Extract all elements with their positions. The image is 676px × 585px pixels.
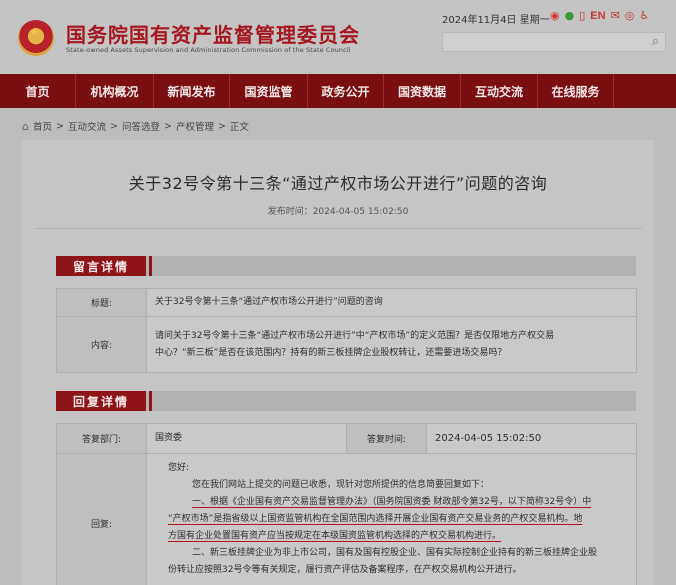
breadcrumb-home[interactable]: 首页 (33, 119, 52, 133)
reply-line: 份转让应按照32号令等有关规定，履行资产评估及备案程序，在产权交易机构公开进行。 (168, 565, 522, 575)
reply-line: 您好: (168, 463, 190, 473)
reply-content: 您好: 您在我们网站上提交的问题已收悉，现针对您所提供的信息简要回复如下： 一、… (168, 460, 597, 579)
weibo-icon[interactable]: ◉ (550, 9, 560, 23)
search-icon[interactable]: ⌕ (652, 34, 659, 49)
current-date: 2024年11月4日 星期一 (442, 15, 550, 26)
nav-item-interaction[interactable]: 互动交流 (461, 74, 538, 108)
reply-line-highlighted: “产权市场”是指省级以上国资监管机构在全国范围内选择开展企业国有资产交易业务的产… (168, 514, 583, 524)
nav-item-about[interactable]: 机构概况 (76, 74, 154, 108)
message-section-title: 留言详情 (56, 256, 146, 276)
breadcrumb-current: 正文 (229, 122, 249, 133)
reply-time-value: 2024-04-05 15:02:50 (426, 423, 637, 454)
wechat-icon[interactable]: ● (565, 9, 575, 23)
mail-icon[interactable]: ✉ (611, 9, 620, 23)
main-nav: 首页 机构概况 新闻发布 国资监管 政务公开 国资数据 互动交流 在线服务 (0, 74, 676, 108)
nav-item-supervision[interactable]: 国资监管 (230, 74, 308, 108)
reply-line: 二、新三板挂牌企业为非上市公司，国有及国有控股企业、国有实际控制企业持有的新三板… (192, 548, 598, 558)
message-title-value: 关于32号令第十三条“通过产权市场公开进行”问题的咨询 (146, 288, 637, 317)
senior-mode-icon[interactable]: ◎ (625, 9, 635, 23)
reply-section-title: 回复详情 (56, 391, 146, 411)
message-content-value: 请问关于32号令第十三条“通过产权市场公开进行”中“产权市场”的定义范围？是否仅… (146, 316, 637, 373)
nav-item-government-affairs[interactable]: 政务公开 (308, 74, 384, 108)
mobile-icon[interactable]: ▯ (579, 9, 585, 23)
publish-time-value: 2024-04-05 15:02:50 (312, 207, 409, 217)
reply-section-header: 回复详情 (56, 391, 636, 411)
breadcrumb-separator: > (109, 120, 118, 132)
breadcrumb-interaction[interactable]: 互动交流 (68, 119, 106, 133)
reply-line-highlighted: 一、根据《企业国有资产交易监督管理办法》（国务院国资委 财政部令第32号，以下简… (192, 497, 592, 507)
english-link[interactable]: EN (590, 9, 605, 23)
site-header: ★ 国务院国有资产监督管理委员会 State-owned Assets Supe… (0, 0, 676, 74)
reply-line: 您在我们网站上提交的问题已收悉，现针对您所提供的信息简要回复如下： (192, 480, 490, 490)
header-tools: ◉ ● ▯ EN ✉ ◎ ♿ (550, 9, 649, 23)
breadcrumb-qa[interactable]: 问答选登 (122, 119, 160, 133)
message-title-label: 标题: (56, 288, 147, 317)
home-icon: ⌂ (22, 119, 29, 133)
search-input[interactable]: ⌕ (442, 32, 666, 52)
nav-item-online-services[interactable]: 在线服务 (538, 74, 614, 108)
title-divider (34, 228, 642, 229)
reply-dept-label: 答复部门: (56, 423, 147, 454)
reply-dept-value: 国资委 (146, 423, 347, 454)
reply-line-highlighted: 方国有企业处置国有资产应当按规定在本级国资监管机构选择的产权交易机构进行。 (168, 531, 502, 541)
reply-time-label: 答复时间: (346, 423, 427, 454)
site-subtitle: State-owned Assets Supervision and Admin… (66, 46, 351, 54)
message-table: 标题: 关于32号令第十三条“通过产权市场公开进行”问题的咨询 内容: 请问关于… (56, 288, 637, 373)
nav-item-home[interactable]: 首页 (0, 74, 76, 108)
message-section-header: 留言详情 (56, 256, 636, 276)
breadcrumb-separator: > (56, 120, 64, 132)
message-content-line: 请问关于32号令第十三条“通过产权市场公开进行”中“产权市场”的定义范围？是否仅… (155, 330, 555, 341)
breadcrumb-separator: > (217, 120, 226, 132)
message-content-label: 内容: (56, 316, 147, 373)
nav-item-data[interactable]: 国资数据 (384, 74, 461, 108)
message-content-line: 中心？“新三板”是否在该范围内？持有的新三板挂牌企业股权转让，还需要进场交易吗？ (155, 347, 507, 358)
article-title: 关于32号令第十三条“通过产权市场公开进行”问题的咨询 (128, 174, 548, 193)
article-panel: 关于32号令第十三条“通过产权市场公开进行”问题的咨询 发布时间：2024-04… (22, 140, 654, 585)
breadcrumb-separator: > (163, 120, 172, 132)
site-title[interactable]: 国务院国有资产监督管理委员会 (66, 19, 360, 48)
nav-filler (614, 74, 676, 108)
reply-label: 回复: (56, 453, 147, 585)
breadcrumb-property[interactable]: 产权管理 (176, 119, 214, 133)
accessibility-icon[interactable]: ♿ (639, 9, 649, 23)
nav-item-news[interactable]: 新闻发布 (154, 74, 230, 108)
breadcrumb: ⌂ 首页 > 互动交流 > 问答选登 > 产权管理 > 正文 (22, 119, 249, 134)
publish-time: 发布时间：2024-04-05 15:02:50 (22, 204, 654, 217)
national-emblem-logo[interactable]: ★ (18, 20, 54, 56)
publish-time-label: 发布时间： (267, 207, 313, 217)
